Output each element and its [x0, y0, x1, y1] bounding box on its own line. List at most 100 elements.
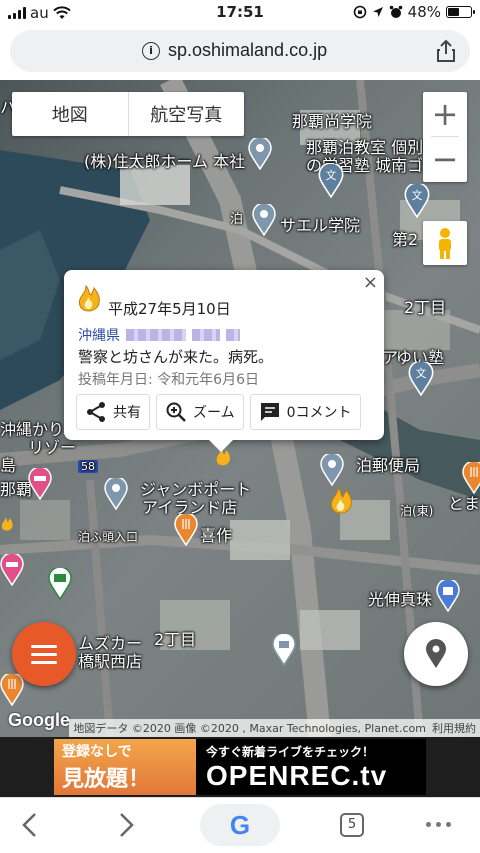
map-label: 2丁目	[404, 298, 447, 317]
shopping-pin-icon[interactable]	[436, 580, 460, 612]
svg-text:文: 文	[326, 169, 337, 182]
incident-flame-icon[interactable]	[0, 510, 14, 536]
map-label: 泊(東)	[400, 504, 434, 518]
map-label: 2丁目	[154, 630, 197, 649]
hotel-pin-icon[interactable]	[0, 554, 24, 586]
route-shield: 58	[78, 460, 98, 473]
redacted-address	[226, 329, 240, 341]
browser-toolbar: i sp.oshimaland.co.jp	[0, 26, 480, 80]
zoom-in-icon	[166, 402, 186, 422]
address-bar[interactable]: i sp.oshimaland.co.jp	[10, 30, 470, 72]
map-label: (株)住太郎ホーム 本社	[84, 152, 246, 171]
map-label: 泊	[230, 212, 244, 227]
svg-text:文: 文	[412, 189, 423, 202]
attribution-text: 地図データ ©2020 画像 ©2020 , Maxar Technologie…	[73, 722, 426, 735]
url-text[interactable]: sp.oshimaland.co.jp	[168, 40, 327, 61]
map-label: 島	[0, 456, 17, 475]
alarm-icon	[389, 5, 402, 18]
map-label: 第2	[392, 230, 419, 249]
browser-bottom-bar: G 5	[0, 797, 480, 853]
terms-link[interactable]: 利用規約	[432, 720, 476, 736]
menu-icon-line	[31, 660, 57, 664]
info-icon[interactable]: i	[142, 42, 160, 60]
map-attribution: 地図データ ©2020 画像 ©2020 , Maxar Technologie…	[69, 719, 480, 737]
map-label: 光伸真珠	[368, 590, 433, 609]
redacted-address	[192, 329, 220, 341]
map-label: ア	[382, 348, 399, 367]
incident-date: 平成27年5月10日	[108, 300, 231, 318]
svg-text:文: 文	[416, 367, 427, 380]
map-label: 泊ふ頭入口	[78, 530, 139, 544]
zoom-control: + −	[423, 92, 467, 182]
battery-percent: 48%	[407, 3, 441, 21]
comment-icon	[260, 403, 279, 421]
ad-banner[interactable]: 登録なしで 見放題！ 今すぐ新着ライブをチェック！ OPENREC.tv	[0, 737, 480, 797]
restaurant-pin-icon[interactable]	[0, 674, 24, 706]
street-view-pegman[interactable]	[423, 221, 467, 265]
hotel-pin-icon[interactable]	[28, 468, 52, 500]
ad-line3: 今すぐ新着ライブをチェック！	[206, 744, 375, 759]
post-location-button[interactable]	[404, 622, 468, 686]
ad-creative[interactable]: 登録なしで 見放題！ 今すぐ新着ライブをチェック！ OPENREC.tv	[54, 739, 426, 795]
incident-flame-icon	[78, 284, 100, 312]
more-menu-icon[interactable]	[426, 822, 451, 827]
comments-button[interactable]: 0コメント	[249, 394, 361, 430]
menu-button[interactable]	[12, 622, 76, 686]
incident-flame-icon[interactable]	[328, 484, 354, 514]
school-pin-icon[interactable]: 文	[318, 164, 344, 198]
orientation-lock-icon	[353, 5, 366, 19]
ad-line2: 見放題！	[62, 767, 151, 792]
share-label: 共有	[113, 405, 141, 421]
zoom-in-button[interactable]: +	[423, 92, 467, 136]
share-icon[interactable]	[436, 39, 456, 63]
map-pin-icon[interactable]	[104, 478, 128, 510]
ad-line1: 登録なしで	[62, 744, 132, 760]
atm-pin-icon[interactable]	[272, 634, 296, 666]
forward-arrow-icon[interactable]	[116, 812, 136, 838]
redacted-address	[126, 329, 186, 341]
share-button[interactable]: 共有	[76, 394, 150, 430]
zoom-out-button[interactable]: −	[423, 137, 467, 181]
restaurant-pin-icon[interactable]	[174, 514, 198, 546]
location-pin-icon	[426, 639, 446, 668]
map-label: 那覇尚学院	[292, 112, 373, 131]
school-pin-icon[interactable]: 文	[408, 362, 434, 396]
google-search-button[interactable]: G	[200, 804, 280, 846]
map-view[interactable]: 那覇尚学院 (株)住太郎ホーム 本社 那覇泊教室 個別 の学習塾 城南ゴ 泊 サ…	[0, 80, 480, 737]
map-label: 喜作	[200, 526, 233, 545]
map-type-control: 地図 航空写真	[12, 92, 244, 136]
map-label: 橋駅西店	[78, 652, 143, 671]
popup-actions: 共有 ズーム 0コメント	[76, 394, 361, 430]
incident-location[interactable]: 沖縄県	[78, 325, 240, 345]
incident-description: 警察と坊さんが来た。病死。	[78, 348, 274, 366]
map-type-satellite-button[interactable]: 航空写真	[129, 92, 245, 136]
restaurant-pin-icon[interactable]	[462, 462, 480, 494]
ad-left: 登録なしで 見放題！	[54, 739, 196, 795]
menu-icon	[31, 644, 57, 648]
back-arrow-icon[interactable]	[20, 812, 40, 838]
battery-icon	[446, 6, 475, 18]
school-pin-icon[interactable]: 文	[404, 184, 430, 218]
posted-date: 投稿年月日: 令和元年6月6日	[78, 372, 259, 388]
pegman-icon	[439, 228, 451, 259]
tab-switcher-button[interactable]: 5	[340, 813, 364, 837]
close-button[interactable]: ×	[363, 272, 378, 293]
map-label: 泊郵便局	[356, 456, 421, 475]
map-pin-icon[interactable]	[248, 138, 272, 170]
status-bar: au 17:51 48%	[0, 0, 480, 26]
map-pin-icon[interactable]	[252, 204, 276, 236]
share-icon	[87, 402, 105, 422]
menu-icon-line	[31, 652, 57, 656]
transit-pin-icon[interactable]	[48, 568, 72, 600]
zoom-label: ズーム	[193, 405, 235, 421]
map-pin-icon[interactable]	[320, 454, 344, 486]
prefecture-link[interactable]: 沖縄県	[78, 325, 120, 345]
ad-right: 今すぐ新着ライブをチェック！ OPENREC.tv	[196, 739, 426, 795]
map-label: サエル学院	[280, 216, 361, 235]
map-type-map-button[interactable]: 地図	[12, 92, 128, 136]
incident-info-window: × 平成27年5月10日 沖縄県 警察と坊さんが来た。病死。 投稿年月日: 令和…	[64, 270, 384, 452]
comments-label: 0コメント	[286, 405, 352, 421]
zoom-button[interactable]: ズーム	[156, 394, 244, 430]
status-right: 48%	[353, 3, 475, 21]
ad-brand: OPENREC.tv	[206, 759, 388, 791]
